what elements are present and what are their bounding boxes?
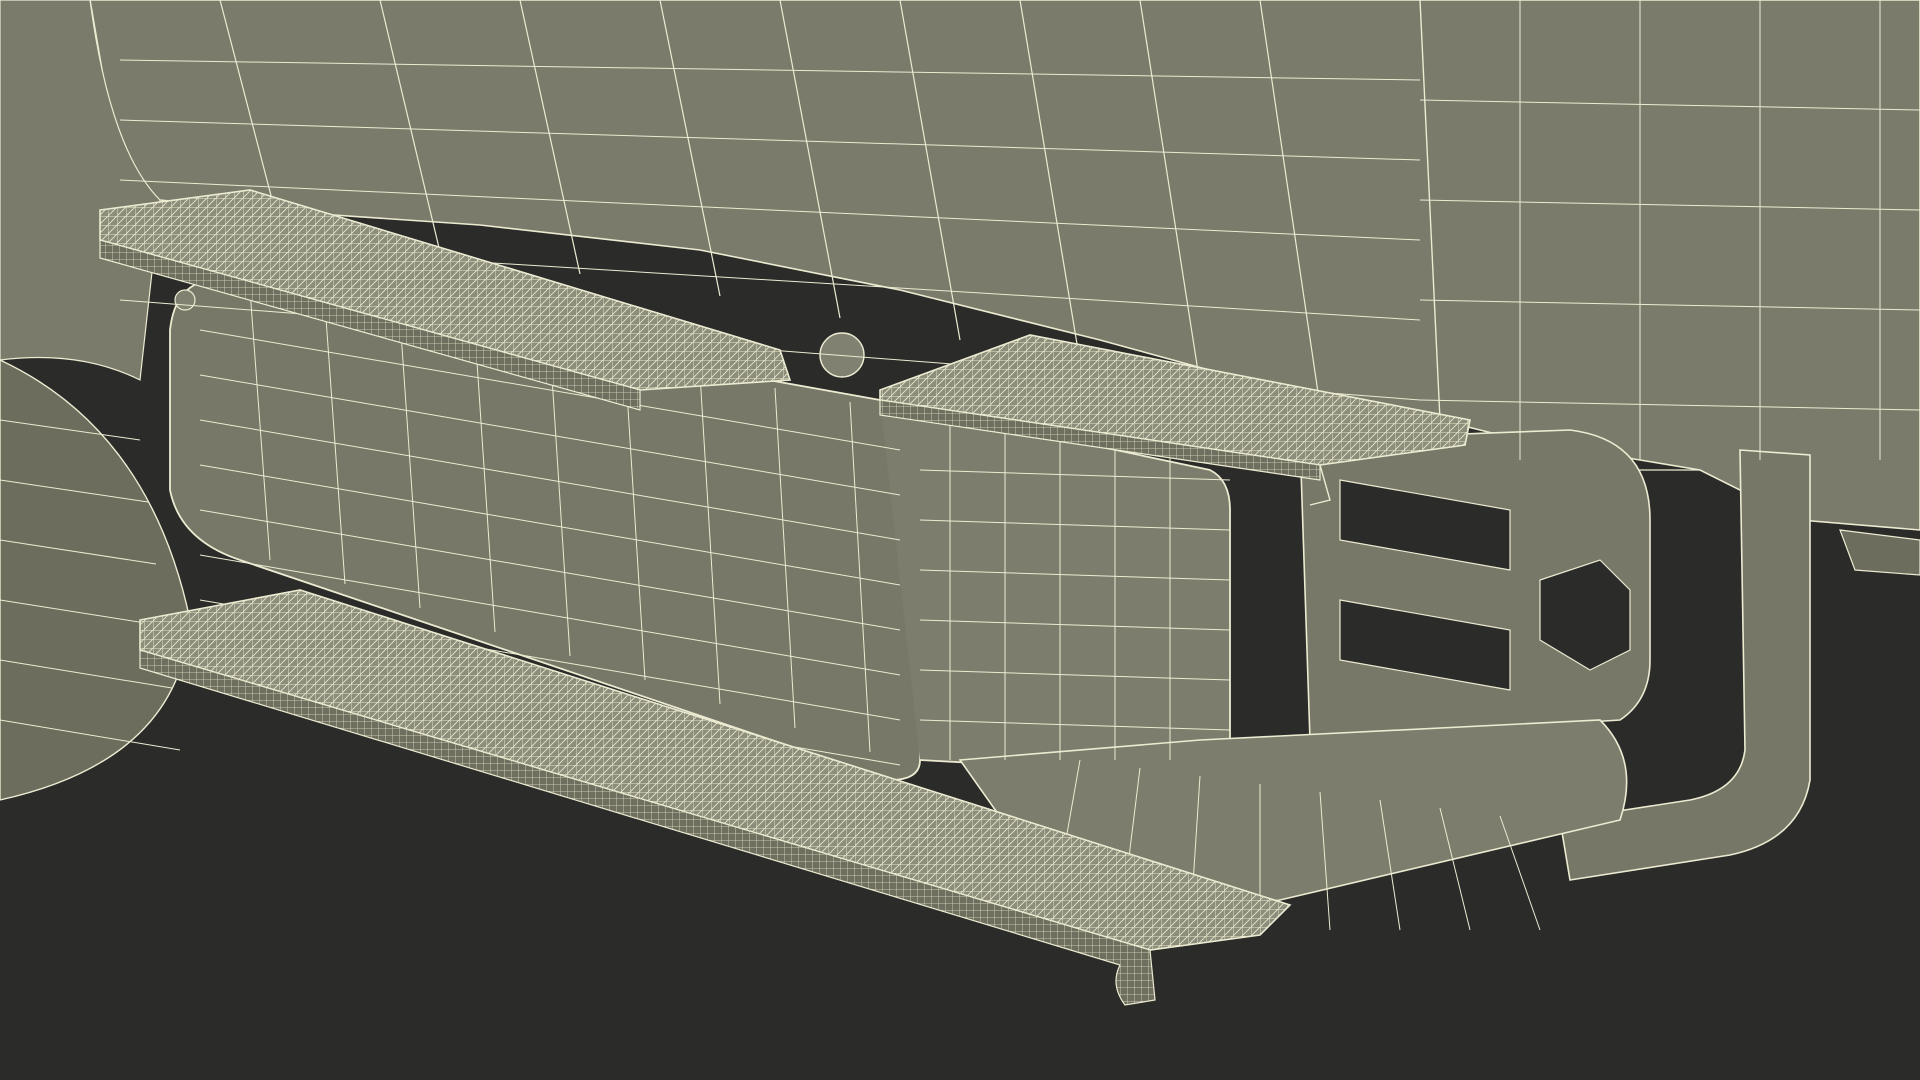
wireframe-render xyxy=(0,0,1920,1080)
fuel-cap-icon xyxy=(819,332,865,378)
